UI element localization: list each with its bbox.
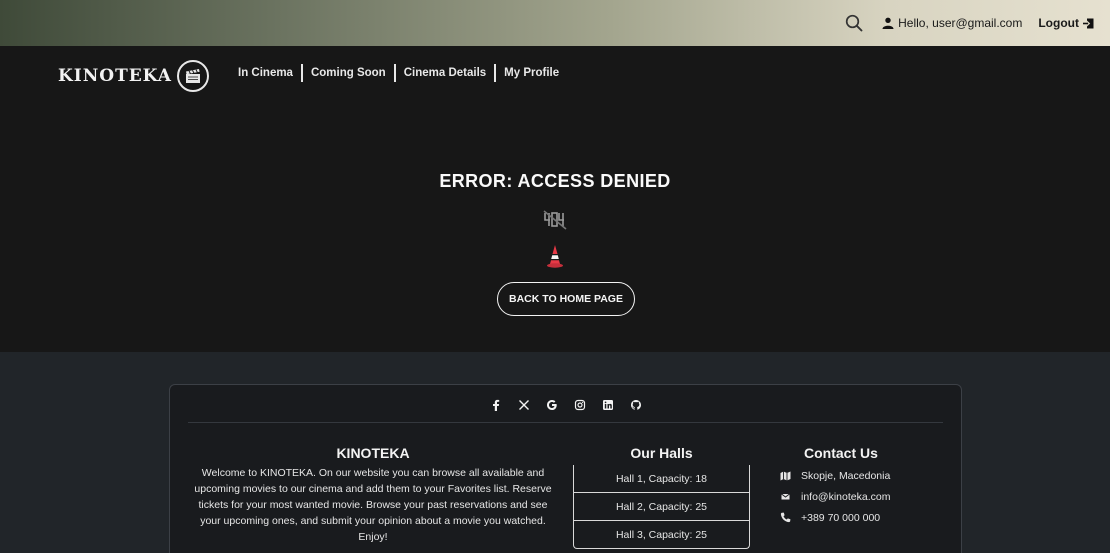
about-title: KINOTEKA [336, 445, 410, 461]
footer-about: KINOTEKA Welcome to KINOTEKA. On our web… [188, 445, 558, 545]
footer-divider [188, 422, 943, 423]
clapperboard-icon [176, 60, 209, 92]
hall-item[interactable]: Hall 1, Capacity: 18 [573, 465, 750, 493]
facebook-icon[interactable] [490, 399, 502, 411]
error-404-icon [543, 210, 567, 230]
nav-in-cinema[interactable]: In Cinema [238, 67, 301, 79]
email-text: info@kinoteka.com [801, 490, 891, 503]
user-icon [882, 17, 894, 29]
footer-contact: Contact Us Skopje, Macedonia info@kinote… [780, 445, 940, 528]
envelope-icon [781, 493, 790, 500]
footer-card: KINOTEKA Welcome to KINOTEKA. On our web… [169, 384, 962, 553]
footer: KINOTEKA Welcome to KINOTEKA. On our web… [0, 352, 1110, 553]
main-nav: In Cinema Coming Soon Cinema Details My … [238, 64, 567, 82]
linkedin-icon[interactable] [602, 399, 614, 411]
address-text: Skopje, Macedonia [801, 469, 891, 482]
nav-my-profile[interactable]: My Profile [496, 67, 567, 79]
nav-coming-soon[interactable]: Coming Soon [303, 67, 394, 79]
about-text: Welcome to KINOTEKA. On our website you … [194, 467, 552, 543]
traffic-cone-icon [547, 245, 563, 268]
hall-item[interactable]: Hall 2, Capacity: 25 [573, 493, 750, 521]
instagram-icon[interactable] [574, 399, 586, 411]
nav-cinema-details[interactable]: Cinema Details [396, 67, 494, 79]
footer-halls: Our Halls Hall 1, Capacity: 18 Hall 2, C… [573, 445, 750, 549]
navbar: KINOTEKA In Cinema Coming Soon Cinema De… [0, 46, 1110, 108]
contact-title: Contact Us [804, 445, 878, 461]
x-icon[interactable] [518, 399, 530, 411]
user-email-label: Hello, user@gmail.com [898, 16, 1023, 30]
contact-email[interactable]: info@kinoteka.com [780, 486, 940, 507]
github-icon[interactable] [630, 399, 642, 411]
top-bar: Hello, user@gmail.com Logout [0, 0, 1110, 46]
search-icon [845, 14, 863, 32]
map-icon [780, 471, 791, 481]
hall-item[interactable]: Hall 3, Capacity: 25 [573, 521, 750, 549]
back-to-home-button[interactable]: BACK TO HOME PAGE [497, 282, 635, 316]
halls-title: Our Halls [630, 445, 693, 461]
logout-button[interactable]: Logout [1038, 16, 1094, 30]
user-greeting[interactable]: Hello, user@gmail.com [882, 16, 1022, 30]
error-section: ERROR: ACCESS DENIED BACK TO HOME PAGE [0, 108, 1110, 352]
search-button[interactable] [844, 13, 882, 33]
brand-name: KINOTEKA [58, 66, 172, 86]
phone-icon [780, 512, 791, 523]
contact-address: Skopje, Macedonia [780, 465, 940, 486]
contact-phone[interactable]: +389 70 000 000 [780, 507, 940, 528]
error-title: ERROR: ACCESS DENIED [439, 171, 671, 191]
phone-text: +389 70 000 000 [801, 511, 881, 524]
brand-link[interactable]: KINOTEKA [58, 60, 209, 92]
logout-icon [1083, 18, 1094, 28]
social-links [170, 399, 961, 411]
google-icon[interactable] [546, 399, 558, 411]
logout-label: Logout [1038, 16, 1079, 30]
